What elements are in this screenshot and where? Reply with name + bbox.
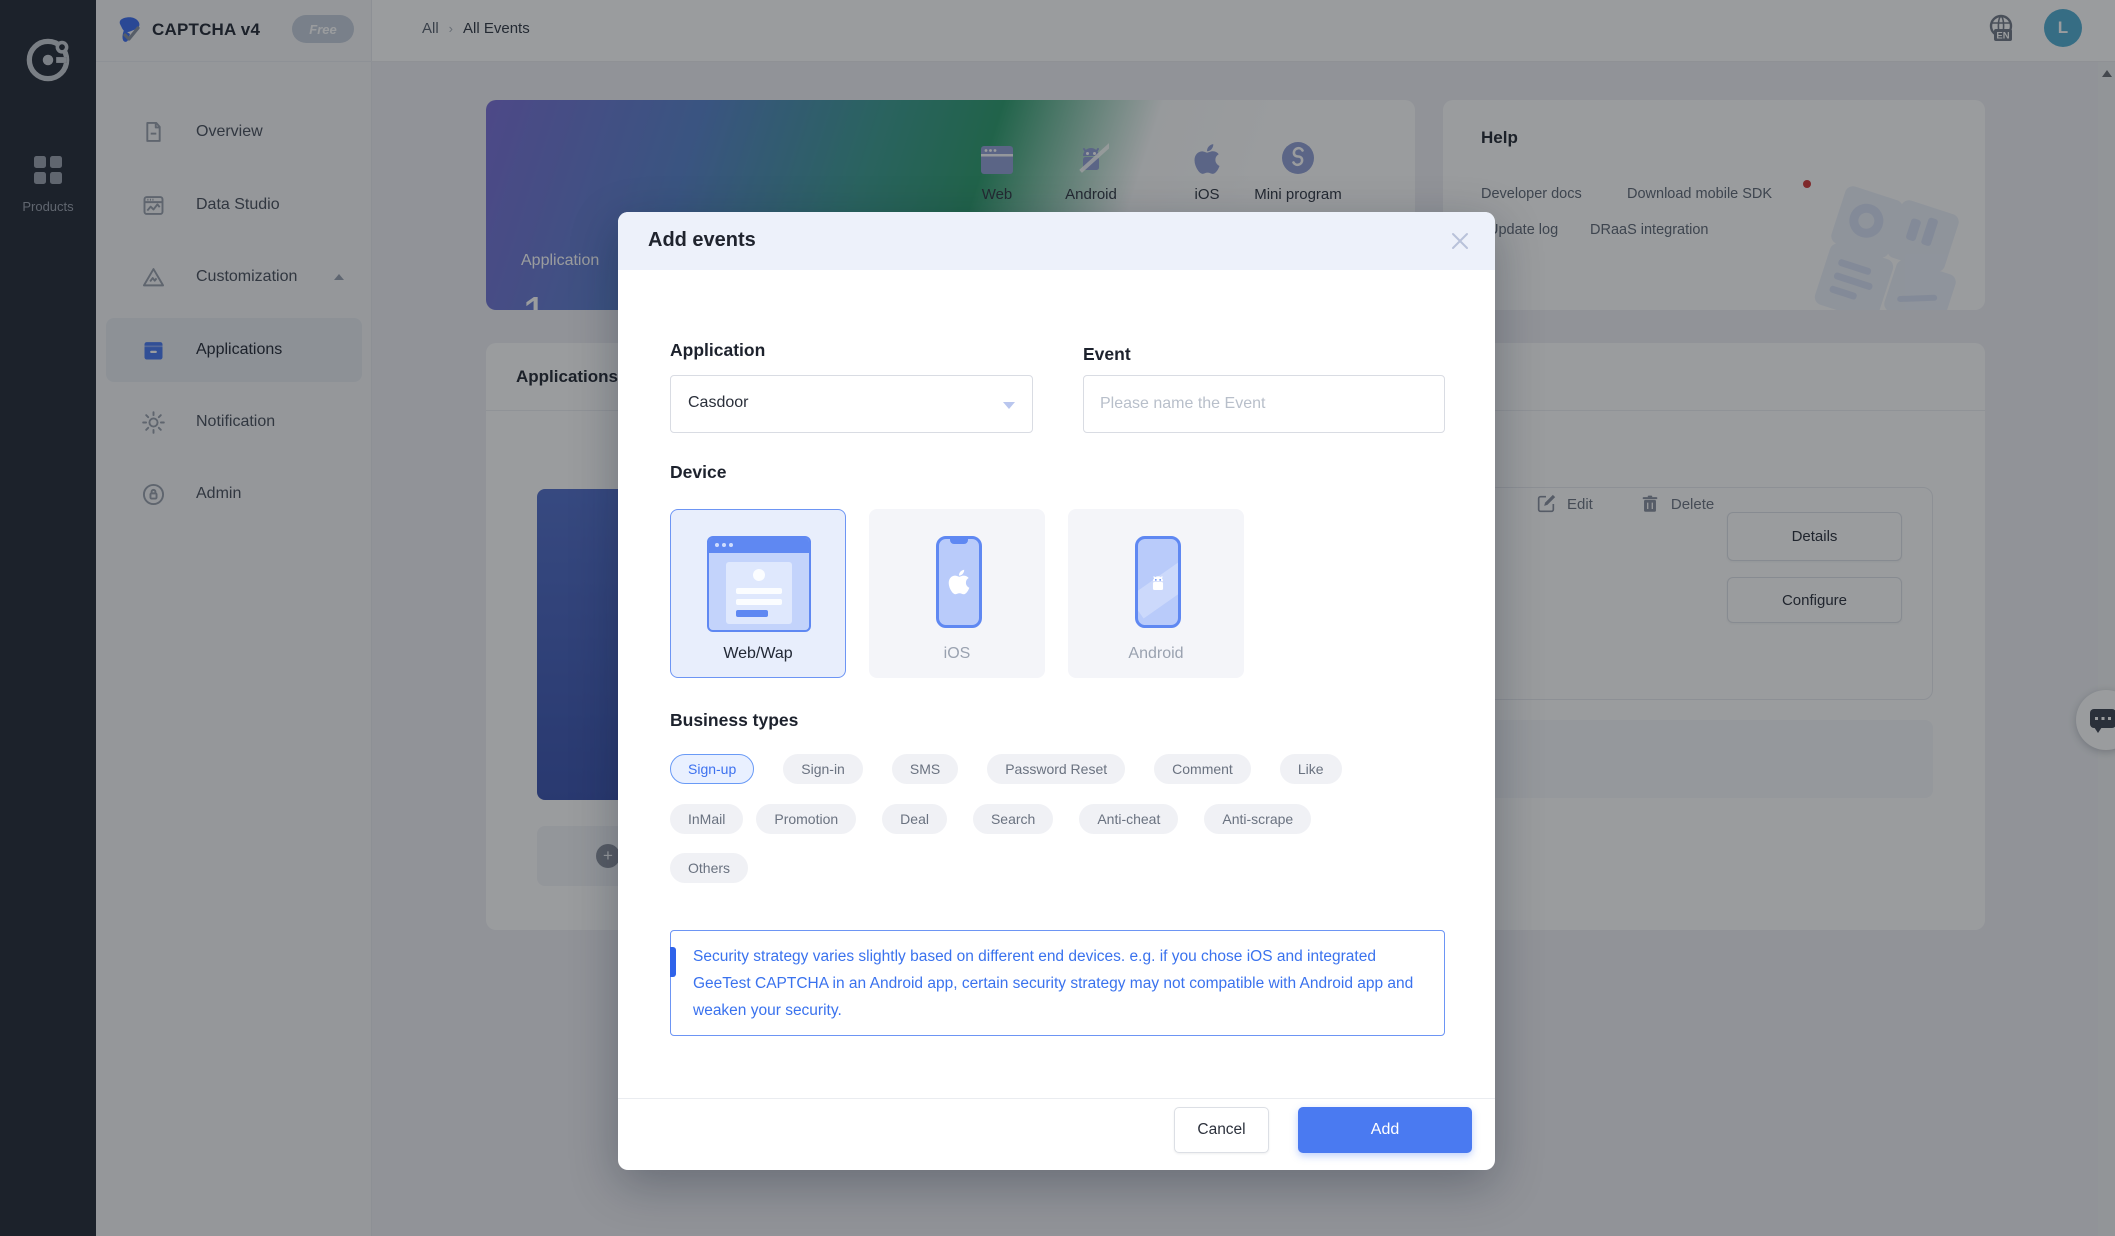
android-phone-illustration-icon: [1135, 536, 1181, 628]
chip-sign-in[interactable]: Sign-in: [783, 754, 863, 784]
business-types-row-3: Others: [670, 853, 749, 883]
chip-promotion[interactable]: Promotion: [756, 804, 857, 834]
application-select-value: Casdoor: [688, 394, 749, 411]
chip-anti-scrape[interactable]: Anti-scrape: [1204, 804, 1312, 834]
chevron-down-icon: [1003, 402, 1015, 409]
event-name-input[interactable]: [1083, 375, 1445, 433]
note-text: Security strategy varies slightly based …: [693, 948, 1414, 1019]
close-icon[interactable]: [1449, 230, 1471, 252]
chip-sms[interactable]: SMS: [891, 754, 959, 784]
add-button[interactable]: Add: [1298, 1107, 1472, 1153]
add-events-modal: Add events Application Event Casdoor Dev…: [618, 212, 1495, 1170]
note-accent-bar: [670, 947, 676, 977]
chip-like[interactable]: Like: [1279, 754, 1342, 784]
chip-inmail[interactable]: InMail: [670, 804, 744, 834]
chip-comment[interactable]: Comment: [1154, 754, 1251, 784]
chip-password-reset[interactable]: Password Reset: [987, 754, 1126, 784]
chip-others[interactable]: Others: [670, 853, 749, 883]
device-option-label: Web/Wap: [723, 645, 793, 662]
device-option-label: Android: [1128, 645, 1184, 662]
application-label: Application: [670, 340, 766, 360]
event-label: Event: [1083, 344, 1131, 364]
business-types-row-2: InMail Promotion Deal Search Anti-cheat …: [670, 804, 1312, 834]
chip-sign-up[interactable]: Sign-up: [670, 754, 755, 784]
device-option-android[interactable]: Android: [1068, 509, 1244, 678]
chip-deal[interactable]: Deal: [882, 804, 947, 834]
cancel-button[interactable]: Cancel: [1174, 1107, 1269, 1153]
security-note: Security strategy varies slightly based …: [670, 930, 1445, 1036]
business-types-row-1: Sign-up Sign-in SMS Password Reset Comme…: [670, 754, 1342, 784]
browser-illustration-icon: [707, 536, 811, 632]
chip-anti-cheat[interactable]: Anti-cheat: [1079, 804, 1179, 834]
modal-footer: Cancel Add: [618, 1098, 1495, 1170]
modal-header: Add events: [618, 212, 1495, 270]
business-types-label: Business types: [670, 710, 799, 730]
device-option-ios[interactable]: iOS: [869, 509, 1045, 678]
device-label: Device: [670, 462, 727, 482]
application-select[interactable]: Casdoor: [670, 375, 1033, 433]
chip-search[interactable]: Search: [972, 804, 1054, 834]
device-option-label: iOS: [943, 645, 971, 662]
iphone-illustration-icon: [936, 536, 982, 628]
device-option-web-wap[interactable]: Web/Wap: [670, 509, 846, 678]
modal-title: Add events: [648, 229, 756, 251]
